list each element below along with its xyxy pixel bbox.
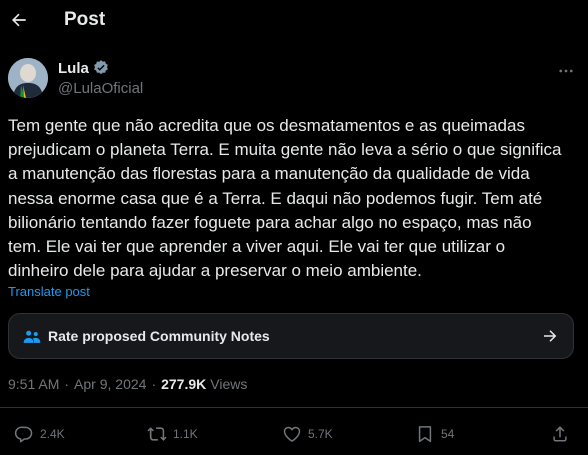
- bookmark-icon: [418, 426, 432, 443]
- repost-button[interactable]: 1.1K: [147, 424, 198, 444]
- reply-count: 2.4K: [40, 427, 65, 441]
- community-notes-label: Rate proposed Community Notes: [48, 328, 270, 344]
- heart-icon: [283, 426, 301, 442]
- post-date[interactable]: Apr 9, 2024: [74, 376, 146, 392]
- name-row: Lula: [58, 59, 110, 77]
- share-button[interactable]: [550, 424, 570, 444]
- bookmark-count: 54: [441, 427, 455, 441]
- repost-icon: [147, 427, 167, 441]
- repost-count: 1.1K: [173, 427, 198, 441]
- translate-post-link[interactable]: Translate post: [8, 284, 90, 299]
- arrow-left-icon: [11, 13, 26, 27]
- reply-button[interactable]: 2.4K: [14, 424, 65, 444]
- action-bar: 2.4K 1.1K 5.7K 54: [0, 418, 588, 452]
- arrow-right-icon: [544, 330, 557, 342]
- views-label: Views: [210, 376, 248, 392]
- display-name[interactable]: Lula: [58, 60, 89, 77]
- like-count: 5.7K: [308, 427, 333, 441]
- separator-dot: ·: [64, 376, 70, 392]
- user-handle[interactable]: @LulaOficial: [58, 80, 143, 97]
- share-icon: [553, 426, 567, 442]
- verified-badge-icon: [92, 59, 110, 77]
- more-dots-icon: [559, 69, 573, 73]
- views-count: 277.9K: [161, 376, 207, 392]
- community-notes-icon: [23, 330, 41, 343]
- more-options-button[interactable]: [552, 61, 580, 81]
- separator-dot: ·: [151, 376, 157, 392]
- avatar[interactable]: [8, 58, 48, 98]
- community-notes-card[interactable]: Rate proposed Community Notes: [8, 313, 574, 359]
- post-meta: 9:51 AM · Apr 9, 2024 · 277.9K Views: [8, 376, 247, 392]
- post-time[interactable]: 9:51 AM: [8, 376, 59, 392]
- back-button[interactable]: [6, 4, 32, 36]
- top-bar: Post: [0, 0, 588, 42]
- like-button[interactable]: 5.7K: [282, 424, 333, 444]
- post-text: Tem gente que não acredita que os desmat…: [8, 116, 562, 281]
- reply-icon: [14, 426, 33, 443]
- bookmark-button[interactable]: 54: [415, 424, 454, 444]
- divider: [0, 407, 588, 408]
- post-author: Lula @LulaOficial: [8, 57, 580, 101]
- page-title: Post: [64, 9, 106, 30]
